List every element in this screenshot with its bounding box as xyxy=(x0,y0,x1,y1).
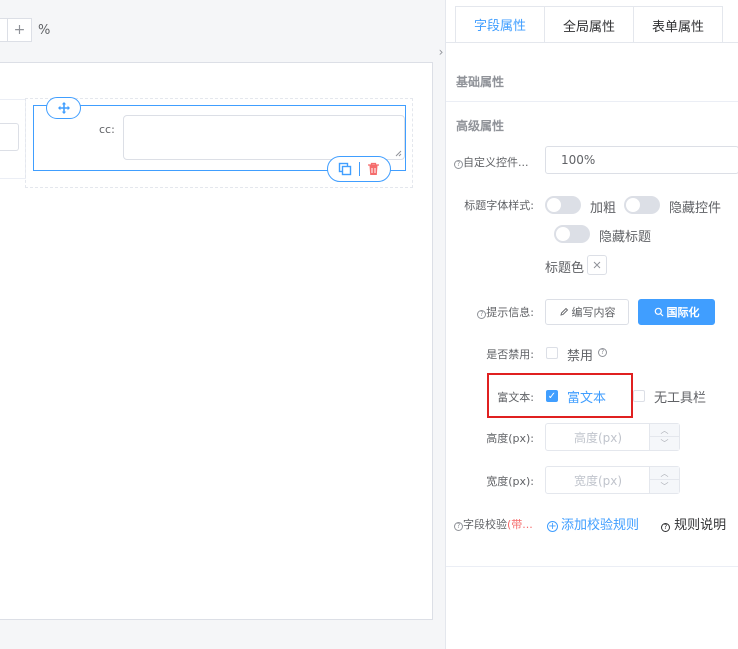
search-icon xyxy=(654,307,663,317)
tooltip-label: ? 提示信息: xyxy=(454,304,534,320)
cc-textarea[interactable] xyxy=(123,115,405,160)
rule-help-link[interactable]: ? 规则说明 xyxy=(661,514,726,533)
zoom-minus-button[interactable] xyxy=(0,18,8,42)
hide-title-toggle[interactable] xyxy=(554,225,590,243)
tabs-divider xyxy=(446,42,738,43)
canvas-toolbar: + % xyxy=(0,0,445,62)
height-input[interactable]: 高度(px) ︿ ﹀ xyxy=(545,423,680,451)
disabled-checkbox[interactable] xyxy=(546,347,558,359)
delete-icon[interactable] xyxy=(367,162,380,176)
chevron-down-icon[interactable]: ﹀ xyxy=(650,480,679,493)
section-divider xyxy=(446,566,738,567)
height-label: 高度(px): xyxy=(486,432,534,445)
edit-icon xyxy=(559,307,568,316)
hide-control-toggle[interactable] xyxy=(624,196,660,214)
help-icon[interactable]: ? xyxy=(598,348,607,357)
validation-required-label: (带... xyxy=(507,518,533,531)
field-actions xyxy=(327,156,391,182)
edit-content-label: 编写内容 xyxy=(571,306,616,319)
width-label: 宽度(px): xyxy=(486,475,534,488)
title-color-picker[interactable] xyxy=(587,255,607,275)
hide-title-label: 隐藏标题 xyxy=(599,230,652,245)
custom-width-input[interactable]: 100% xyxy=(545,146,738,174)
chevron-up-icon[interactable]: ︿ xyxy=(650,424,679,437)
zoom-control: + % xyxy=(0,18,50,42)
validation-label: ? 字段校验(带... xyxy=(454,516,544,532)
tab-global-properties[interactable]: 全局属性 xyxy=(544,6,635,43)
add-circle-icon: + xyxy=(547,521,558,532)
disabled-label: 是否禁用: xyxy=(486,348,534,361)
hide-control-label: 隐藏控件 xyxy=(669,201,722,216)
empty-color-icon xyxy=(593,261,601,269)
custom-width-label: ? 自定义控件... xyxy=(454,154,544,170)
add-rule-label: 添加校验规则 xyxy=(561,518,640,533)
width-input[interactable]: 宽度(px) ︿ ﹀ xyxy=(545,466,680,494)
title-font-label: 标题字体样式: xyxy=(464,199,534,212)
add-rule-link[interactable]: + 添加校验规则 xyxy=(547,514,639,533)
section-basic[interactable]: 基础属性 xyxy=(456,73,504,90)
canvas-area: + % cc: xyxy=(0,0,445,649)
tab-field-properties[interactable]: 字段属性 xyxy=(455,6,546,43)
height-stepper: ︿ ﹀ xyxy=(649,424,679,450)
field-label: cc: xyxy=(99,123,115,136)
tab-form-properties[interactable]: 表单属性 xyxy=(633,6,724,43)
action-separator xyxy=(358,162,360,176)
width-placeholder: 宽度(px) xyxy=(573,473,623,488)
bold-toggle[interactable] xyxy=(545,196,581,214)
property-tabs: 字段属性 全局属性 表单属性 xyxy=(455,6,724,43)
section-advanced[interactable]: 高级属性 xyxy=(456,117,504,134)
neighbor-input[interactable] xyxy=(0,123,19,151)
width-stepper: ︿ ﹀ xyxy=(649,467,679,493)
i18n-label: 国际化 xyxy=(666,306,700,319)
chevron-down-icon[interactable]: ﹀ xyxy=(650,437,679,450)
section-divider xyxy=(446,101,738,102)
help-icon: ? xyxy=(661,523,670,532)
help-icon: ? xyxy=(454,160,463,169)
chevron-up-icon[interactable]: ︿ xyxy=(650,467,679,480)
property-panel: 字段属性 全局属性 表单属性 基础属性 高级属性 ? 自定义控件... 100% … xyxy=(445,0,738,649)
move-icon xyxy=(57,102,70,114)
move-handle[interactable] xyxy=(46,97,81,119)
title-color-label: 标题色 xyxy=(545,261,585,276)
no-toolbar-checkbox[interactable] xyxy=(633,390,645,402)
disabled-option-label: 禁用 xyxy=(567,349,594,364)
edit-content-button[interactable]: 编写内容 xyxy=(545,299,629,325)
resize-grip-icon[interactable] xyxy=(395,150,402,157)
app-root: + % cc: › 字段属性 全局属性 表单属性 基础属性 高级属性 ? 自定义… xyxy=(0,0,738,649)
i18n-button[interactable]: 国际化 xyxy=(638,299,715,325)
height-placeholder: 高度(px) xyxy=(573,430,623,445)
form-canvas[interactable]: cc: xyxy=(0,62,433,620)
no-toolbar-label: 无工具栏 xyxy=(654,391,707,406)
help-icon: ? xyxy=(454,522,463,531)
copy-icon[interactable] xyxy=(338,162,352,176)
help-icon: ? xyxy=(477,310,487,319)
bold-label: 加粗 xyxy=(590,201,617,216)
rule-help-label: 规则说明 xyxy=(674,518,727,533)
zoom-plus-button[interactable]: + xyxy=(8,18,32,42)
highlight-annotation xyxy=(487,373,633,418)
zoom-percent-label: % xyxy=(38,22,51,38)
